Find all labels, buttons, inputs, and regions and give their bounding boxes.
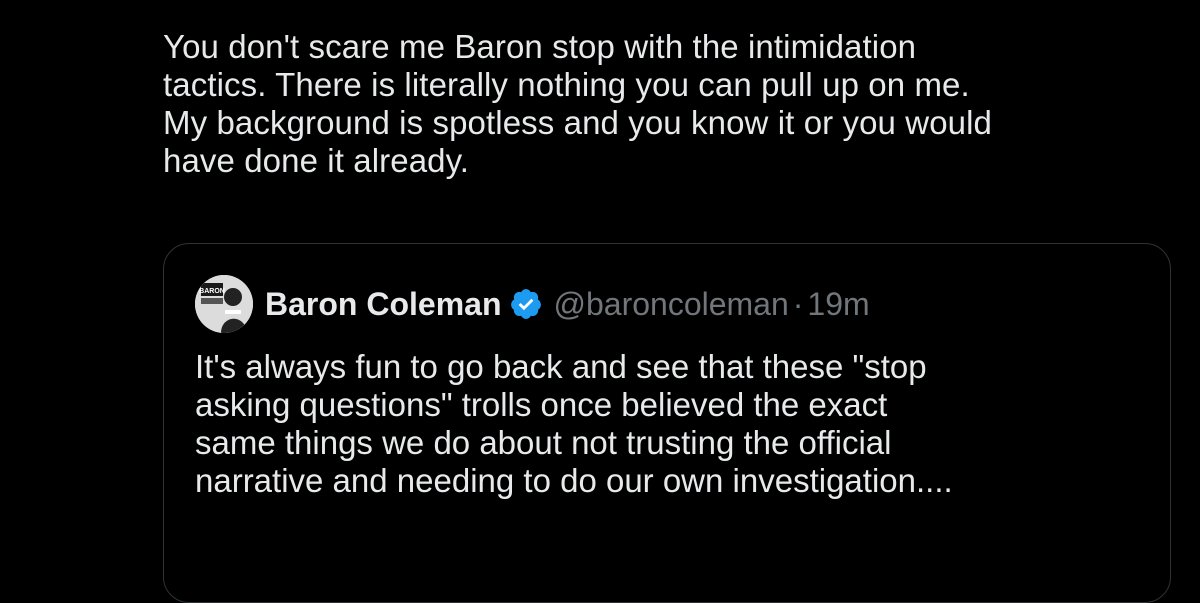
- avatar-logo-text: BARON: [199, 288, 225, 295]
- separator-dot: ·: [792, 285, 804, 322]
- baron-coleman-logo-avatar-icon: BARON: [195, 275, 253, 333]
- author-name[interactable]: Baron Coleman: [265, 286, 501, 323]
- timestamp[interactable]: 19m: [807, 286, 869, 323]
- quoted-tweet-text: It's always fun to go back and see that …: [195, 348, 953, 499]
- tweet-text: You don't scare me Baron stop with the i…: [163, 28, 992, 179]
- author-avatar[interactable]: BARON: [195, 275, 253, 333]
- author-handle[interactable]: @baroncoleman: [553, 286, 788, 323]
- quoted-tweet-header: BARON Baron Coleman @baroncoleman · 19m: [195, 274, 870, 334]
- verified-badge-icon: [509, 287, 543, 321]
- quoted-tweet-card[interactable]: BARON Baron Coleman @baroncoleman · 19m …: [163, 243, 1171, 603]
